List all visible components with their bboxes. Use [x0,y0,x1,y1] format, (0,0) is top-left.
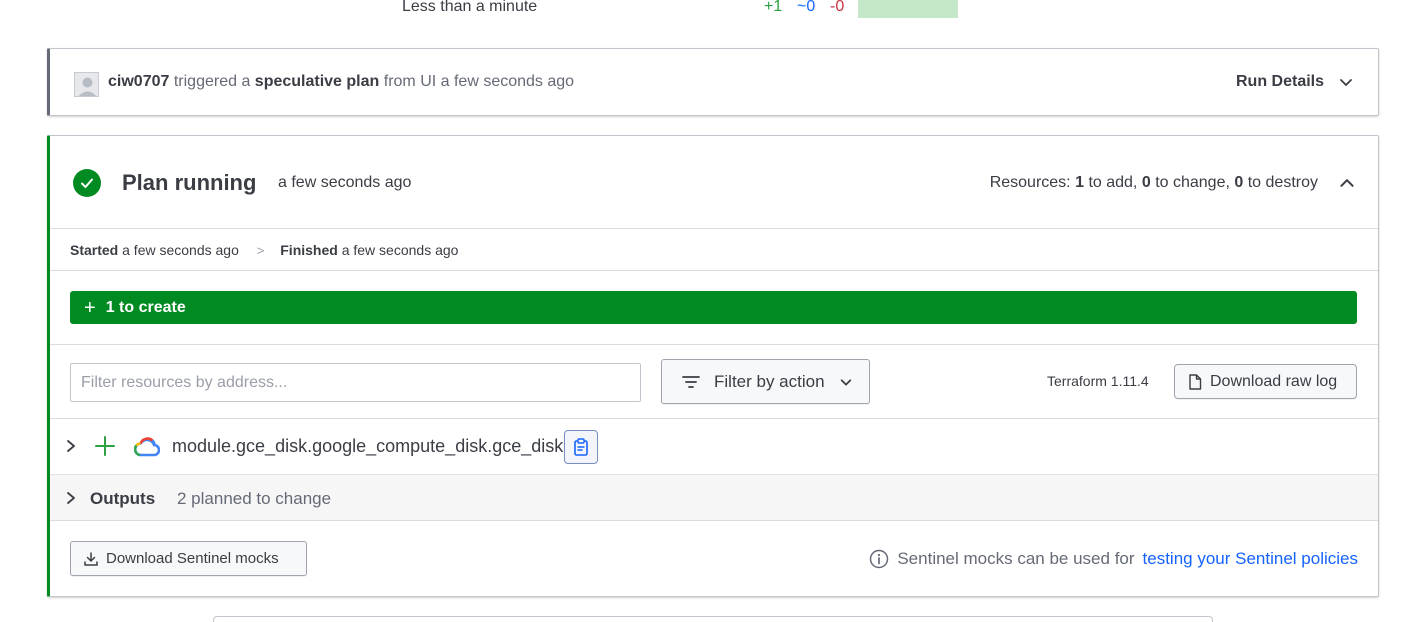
run-details-toggle[interactable]: Run Details [1236,73,1354,91]
create-summary-bar: + 1 to create [70,291,1357,324]
plan-timeline: Started a few seconds ago > Finished a f… [50,229,1378,271]
filter-by-action-label: Filter by action [714,371,825,391]
finished-time: a few seconds ago [341,242,459,258]
finished-label: Finished [280,242,338,258]
avatar [74,72,99,97]
sentinel-mocks-text: Sentinel mocks can be used for [897,549,1135,568]
check-circle-icon [73,169,101,197]
to-add-label: to add, [1088,174,1138,191]
destroy-count: -0 [830,0,845,15]
to-change-label: to change, [1155,174,1230,191]
download-sentinel-mocks-button[interactable]: Download Sentinel mocks [70,541,307,576]
filter-resources-input[interactable] [70,363,641,402]
to-add-count: 1 [1075,174,1084,191]
download-raw-log-button[interactable]: Download raw log [1174,364,1357,399]
file-icon [1189,373,1202,390]
resource-row[interactable]: module.gce_disk.google_compute_disk.gce_… [50,419,1378,475]
filter-by-action-button[interactable]: Filter by action [661,359,870,404]
plan-time: a few seconds ago [278,174,412,191]
next-card-edge [213,616,1213,622]
plan-card: Plan running a few seconds ago Resources… [47,135,1379,597]
started-label: Started [70,242,119,258]
to-change-count: 0 [1141,174,1151,191]
resources-summary: Resources: 1 to add, 0 to change, 0 to d… [990,174,1318,192]
outputs-note: 2 planned to change [177,489,332,508]
trigger-user[interactable]: ciw0707 [108,73,169,90]
download-icon [84,551,98,566]
create-label: 1 to create [105,298,186,316]
chevron-right-icon[interactable] [64,438,78,454]
run-duration: Less than a minute [402,0,538,15]
run-summary-row: Less than a minute +1 ~0 -0 [0,0,1425,20]
terraform-version: Terraform 1.11.4 [1047,373,1149,389]
plan-title: Plan running [122,170,257,195]
clipboard-icon [574,438,588,456]
trigger-message: ciw0707 triggered a speculative plan fro… [108,73,574,91]
add-count: +1 [764,0,783,15]
filter-icon [682,375,700,388]
to-destroy-label: to destroy [1247,174,1318,191]
plus-icon: + [84,296,96,319]
change-summary-bar [858,0,958,18]
timeline-separator: > [256,243,265,258]
outputs-row[interactable]: Outputs 2 planned to change [50,475,1378,521]
to-destroy-count: 0 [1234,174,1244,191]
download-sentinel-mocks-label: Download Sentinel mocks [106,550,279,567]
chevron-up-icon[interactable] [1338,174,1356,192]
sentinel-mocks-info: Sentinel mocks can be used for testing y… [869,549,1358,569]
sentinel-policies-link[interactable]: testing your Sentinel policies [1143,549,1358,569]
chevron-down-icon [840,378,851,385]
trigger-text-1: triggered a [173,73,251,90]
create-summary-row: + 1 to create [50,271,1378,345]
resources-prefix: Resources: [989,174,1071,191]
trigger-text-2: from UI a few seconds ago [383,73,575,90]
resource-address: module.gce_disk.google_compute_disk.gce_… [172,436,564,456]
run-trigger-card: ciw0707 triggered a speculative plan fro… [47,48,1379,116]
plan-type: speculative plan [254,73,380,90]
outputs-label: Outputs [90,489,156,508]
started-time: a few seconds ago [122,242,239,258]
change-count: ~0 [797,0,816,15]
chevron-down-icon [1340,79,1352,86]
download-raw-log-label: Download raw log [1210,372,1338,390]
google-cloud-icon [134,437,160,457]
plan-header: Plan running a few seconds ago Resources… [50,136,1378,229]
info-icon [870,549,889,569]
copy-address-button[interactable] [564,430,598,464]
sentinel-footer: Download Sentinel mocks Sentinel mocks c… [50,521,1378,597]
run-details-label: Run Details [1235,73,1324,90]
plus-icon [95,436,115,456]
chevron-right-icon[interactable] [64,490,78,506]
filter-toolbar: Filter by action Terraform 1.11.4 Downlo… [50,345,1378,419]
